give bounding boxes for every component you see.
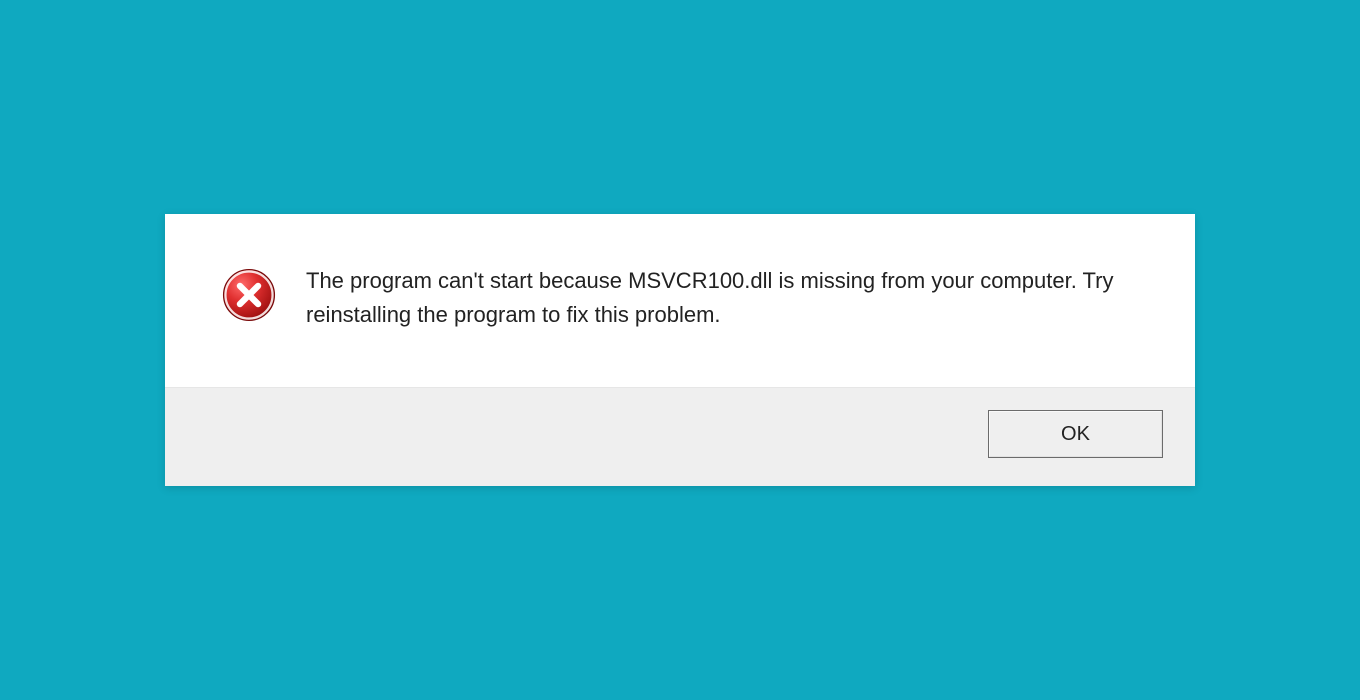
- dialog-body: The program can't start because MSVCR100…: [165, 214, 1195, 387]
- error-dialog: The program can't start because MSVCR100…: [165, 214, 1195, 486]
- dialog-footer: OK: [165, 387, 1195, 486]
- error-message: The program can't start because MSVCR100…: [306, 264, 1135, 332]
- ok-button[interactable]: OK: [988, 410, 1163, 458]
- error-icon: [220, 266, 278, 329]
